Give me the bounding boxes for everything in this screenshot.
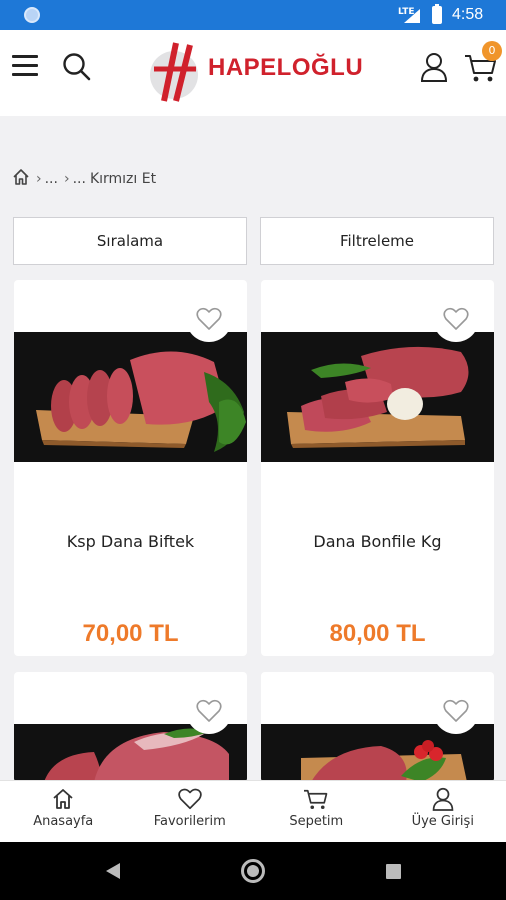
- product-card[interactable]: Ksp Dana Biftek 70,00 TL: [14, 280, 247, 656]
- menu-icon[interactable]: [12, 55, 38, 77]
- chevron-right-icon: ›: [36, 171, 42, 187]
- favorite-button[interactable]: [186, 688, 232, 734]
- signal-icon: [404, 9, 420, 23]
- brand-name: HAPELOĞLU: [208, 54, 364, 81]
- cart-icon: [304, 789, 328, 810]
- product-image[interactable]: [261, 332, 494, 462]
- clock: 4:58: [452, 6, 484, 23]
- home-icon: [53, 789, 73, 809]
- back-icon[interactable]: [106, 863, 120, 879]
- app-header: HAPELOĞLU 0: [0, 30, 506, 116]
- sort-button[interactable]: Sıralama: [13, 217, 247, 265]
- search-icon[interactable]: [62, 52, 92, 82]
- nav-label: Üye Girişi: [411, 814, 474, 829]
- heart-icon: [196, 307, 222, 330]
- nav-cart[interactable]: Sepetim: [253, 781, 380, 842]
- product-price: 70,00 TL: [82, 620, 179, 647]
- breadcrumb-current: Kırmızı Et: [89, 171, 157, 187]
- nav-login[interactable]: Üye Girişi: [380, 781, 506, 842]
- bottom-navigation: Anasayfa Favorilerim Sepetim Üye Girişi: [0, 780, 506, 842]
- product-card[interactable]: Dana Bonfile Kg 80,00 TL: [261, 280, 494, 656]
- status-bar: LTE 4:58: [0, 0, 506, 30]
- user-icon: [432, 787, 454, 811]
- brand-logo[interactable]: HAPELOĞLU: [146, 35, 366, 111]
- recent-apps-icon[interactable]: [386, 864, 401, 879]
- chevron-right-icon: ›: [63, 171, 70, 187]
- product-card[interactable]: [261, 672, 494, 782]
- nav-label: Favorilerim: [153, 814, 226, 829]
- favorite-button[interactable]: [433, 296, 479, 342]
- nav-label: Anasayfa: [33, 814, 94, 829]
- notification-icon: [24, 7, 40, 23]
- nav-label: Sepetim: [289, 814, 344, 829]
- home-icon[interactable]: [12, 168, 30, 190]
- cart-count-badge: 0: [482, 41, 502, 61]
- breadcrumb: › ... › ... Kırmızı Et: [12, 168, 156, 190]
- heart-icon: [443, 307, 469, 330]
- nav-home[interactable]: Anasayfa: [0, 781, 127, 842]
- system-navigation-bar: [0, 842, 506, 900]
- nav-favorites[interactable]: Favorilerim: [127, 781, 254, 842]
- system-home-icon[interactable]: [241, 859, 265, 883]
- product-name[interactable]: Dana Bonfile Kg: [261, 532, 494, 551]
- product-image[interactable]: [14, 332, 247, 462]
- product-price: 80,00 TL: [329, 620, 426, 647]
- filter-button[interactable]: Filtreleme: [260, 217, 494, 265]
- favorite-button[interactable]: [433, 688, 479, 734]
- breadcrumb-item[interactable]: ...: [45, 171, 58, 187]
- product-name[interactable]: Ksp Dana Biftek: [14, 532, 247, 551]
- heart-icon: [443, 699, 469, 722]
- account-icon[interactable]: [420, 52, 448, 82]
- battery-icon: [432, 4, 442, 24]
- logo-mark-icon: [150, 42, 198, 102]
- favorite-button[interactable]: [186, 296, 232, 342]
- breadcrumb-item[interactable]: ...: [73, 171, 86, 187]
- heart-icon: [196, 699, 222, 722]
- heart-icon: [178, 788, 202, 810]
- product-card[interactable]: [14, 672, 247, 782]
